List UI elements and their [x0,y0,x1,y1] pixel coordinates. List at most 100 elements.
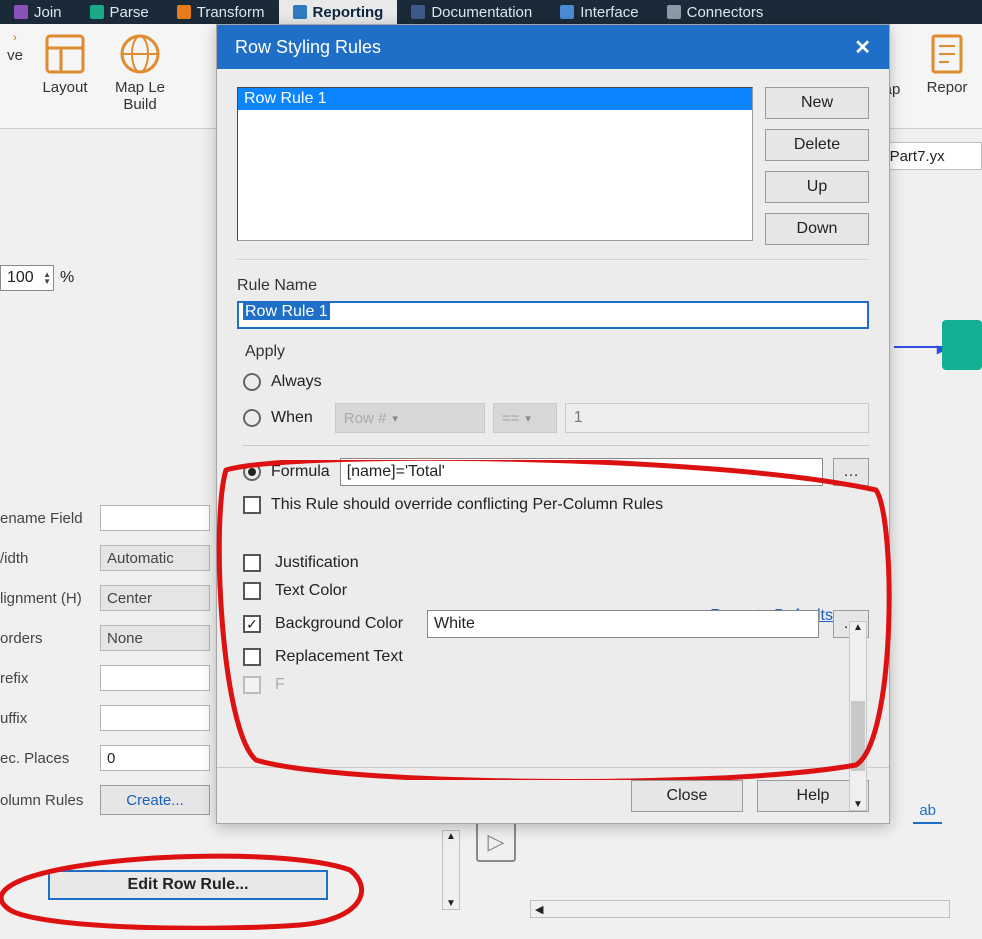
borders-select[interactable]: None [100,625,210,651]
results-tab[interactable]: ab [913,798,942,824]
background-color-row[interactable]: Background Color White … [243,610,869,638]
layout-icon [43,32,87,76]
when-field-select[interactable]: Row #▾ [335,403,485,433]
move-up-button[interactable]: Up [765,171,869,203]
down-label: Down [797,220,838,238]
delete-rule-button[interactable]: Delete [765,129,869,161]
override-checkbox[interactable] [243,496,261,514]
tab-connectors[interactable]: Connectors [653,0,778,24]
dialog-title: Row Styling Rules [235,37,381,58]
style-formula-row[interactable]: F [243,676,869,694]
close-icon[interactable]: ✕ [854,35,871,60]
radio-always[interactable] [243,373,261,391]
zoom-spinner[interactable]: 100 ▲▼ [0,265,54,291]
tab-join-label: Join [34,4,62,21]
create-column-rules-button[interactable]: Create... [100,785,210,815]
delete-label: Delete [794,136,840,154]
dec-places-value: 0 [107,750,115,767]
scroll-down-icon[interactable]: ▼ [853,799,863,810]
report-icon [925,32,969,76]
radio-when[interactable] [243,409,261,427]
horizontal-scrollbar[interactable]: ◀ [530,900,950,918]
borders-value: None [107,630,143,647]
ribbon-item-map-label: Map Le Build [115,80,165,113]
ribbon-item-report[interactable]: Repor [912,24,982,128]
dialog-titlebar: Row Styling Rules ✕ [217,25,889,69]
when-value-input[interactable]: 1 [565,403,869,433]
tab-reporting[interactable]: Reporting [279,0,398,24]
when-op-value: == [502,410,520,427]
justification-row[interactable]: Justification [243,554,869,572]
apply-formula-label: Formula [271,463,330,481]
move-down-button[interactable]: Down [765,213,869,245]
alignment-value: Center [107,590,152,607]
tab-documentation[interactable]: Documentation [397,0,546,24]
suffix-label: uffix [0,710,100,727]
replacement-text-row[interactable]: Replacement Text [243,648,869,666]
tab-transform[interactable]: Transform [163,0,279,24]
dec-places-label: ec. Places [0,750,100,767]
when-value: 1 [574,409,583,427]
canvas-wire [894,346,942,348]
rule-list-item[interactable]: Row Rule 1 [238,88,752,110]
suffix-input[interactable] [100,705,210,731]
scroll-up-icon[interactable]: ▲ [853,622,863,633]
tab-parse[interactable]: Parse [76,0,163,24]
tab-documentation-label: Documentation [431,4,532,21]
scroll-thumb[interactable] [851,701,865,771]
style-formula-checkbox[interactable] [243,676,261,694]
width-select[interactable]: Automatic [100,545,210,571]
when-operator-select[interactable]: ==▾ [493,403,557,433]
background-color-label: Background Color [275,615,413,633]
style-pane-scrollbar[interactable]: ▲ ▼ [849,621,867,811]
background-color-input[interactable]: White [427,610,819,638]
dec-places-input[interactable]: 0 [100,745,210,771]
replacement-text-label: Replacement Text [275,648,403,666]
vertical-scrollbar[interactable]: ▲▼ [442,830,460,910]
replacement-text-checkbox[interactable] [243,648,261,666]
override-row[interactable]: This Rule should override conflicting Pe… [243,496,869,514]
justification-checkbox[interactable] [243,554,261,572]
rule-name-input[interactable]: Row Rule 1 [237,301,869,329]
spinner-arrows-icon[interactable]: ▲▼ [43,271,51,285]
globe-icon [118,32,162,76]
override-label: This Rule should override conflicting Pe… [271,496,663,514]
prefix-input[interactable] [100,665,210,691]
apply-legend: Apply [243,343,869,361]
style-options-pane: Justification Text Color Background Colo… [237,544,869,729]
canvas-tool-node[interactable] [942,320,982,370]
apply-when-row[interactable]: When Row #▾ ==▾ 1 [243,403,869,433]
radio-formula[interactable] [243,463,261,481]
ribbon-item-layout[interactable]: Layout [30,24,100,128]
chevron-icon: › [13,32,17,44]
text-color-row[interactable]: Text Color [243,582,869,600]
rename-field-input[interactable] [100,505,210,531]
background-color-checkbox[interactable] [243,615,261,633]
new-rule-button[interactable]: New [765,87,869,119]
width-label: /idth [0,550,100,567]
formula-input[interactable]: [name]='Total' [340,458,823,486]
apply-always-row[interactable]: Always [243,373,869,391]
rule-list[interactable]: Row Rule 1 [237,87,753,241]
when-field-value: Row # [344,410,387,427]
formula-browse-button[interactable]: … [833,458,869,486]
dialog-footer: Close Help [217,767,889,823]
zoom-value: 100 [7,269,34,287]
apply-formula-row[interactable]: Formula [name]='Total' … [243,458,869,486]
rename-field-label: ename Field [0,510,100,527]
justification-label: Justification [275,554,359,572]
ellipsis-icon: … [843,463,859,481]
ribbon-item-ve-label: ve [7,48,23,65]
tab-join[interactable]: Join [0,0,76,24]
width-value: Automatic [107,550,174,567]
prefix-label: refix [0,670,100,687]
workflow-tab-label: Part7.yx [890,148,945,165]
ribbon-item-left-partial[interactable]: › ve [0,24,30,128]
tab-interface[interactable]: Interface [546,0,652,24]
ribbon-item-map-builder[interactable]: Map Le Build [100,24,180,128]
ribbon-item-report-label: Repor [927,80,968,97]
text-color-checkbox[interactable] [243,582,261,600]
edit-row-rule-button[interactable]: Edit Row Rule... [48,870,328,900]
alignment-select[interactable]: Center [100,585,210,611]
close-button[interactable]: Close [631,780,743,812]
